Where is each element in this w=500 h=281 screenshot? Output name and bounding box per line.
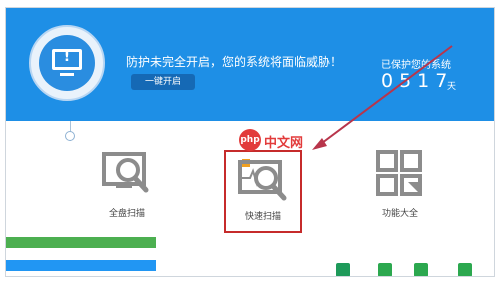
monitor-pulse-magnifier-icon [238,159,287,201]
protected-days-count: 0517 [381,70,454,92]
status-header: 防护未完全开启，您的系统将面临威胁！ 一键开启 已保护您的系统 0517 天 [6,8,494,121]
full-scan-label: 全盘扫描 [108,209,145,219]
monitor-magnifier-icon [102,152,149,193]
tool-icon[interactable] [414,263,428,276]
full-scan-button[interactable]: 全盘扫描 [94,150,160,220]
warning-message: 防护未完全开启，您的系统将面临威胁！ [126,55,343,69]
quick-scan-label: 快速扫描 [244,212,281,222]
tool-icon[interactable] [378,263,392,276]
grid-apps-icon [376,150,422,196]
enable-protection-button[interactable]: 一键开启 [131,74,195,90]
monitor-warning-icon [39,35,95,91]
tool-icon[interactable] [458,263,472,276]
day-unit: 天 [447,82,457,92]
all-functions-button[interactable]: 功能大全 [367,150,433,220]
quick-scan-button[interactable]: 快速扫描 [224,150,302,233]
timeline-node [65,131,75,141]
php-logo-icon: php [239,129,261,151]
tool-icon[interactable] [336,263,350,276]
all-functions-label: 功能大全 [381,209,418,219]
protection-status-badge [29,25,105,101]
faded-status-bar-blue [6,260,156,271]
protected-days-label: 已保护您的系统 [381,60,451,71]
faded-status-bar-green [6,237,156,248]
php-cn-watermark-logo: php 中文网 [239,129,311,151]
php-logo-text: 中文网 [264,136,304,151]
